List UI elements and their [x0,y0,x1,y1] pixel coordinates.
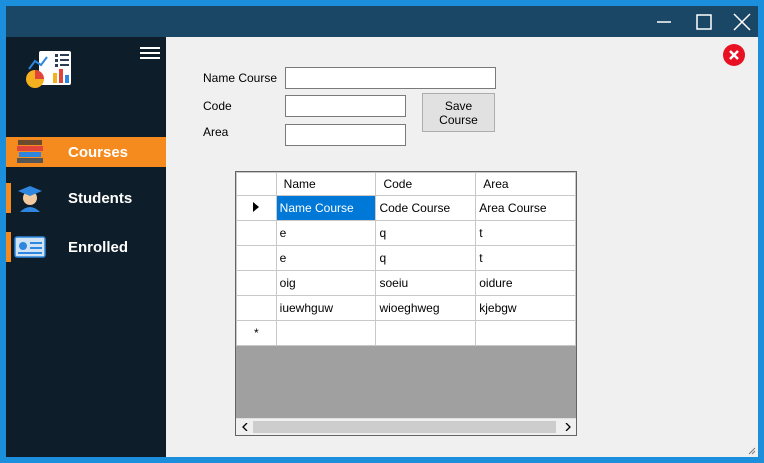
row-header[interactable] [236,220,277,246]
table-row[interactable]: iuewhguw wioeghweg kjebgw [236,295,576,321]
scrollbar-thumb[interactable] [253,421,556,433]
cell-name[interactable]: e [275,220,377,246]
area-input[interactable] [285,124,406,146]
close-button[interactable] [722,6,762,37]
grid-table: Name Code Area Name Course Code Course A… [236,172,576,346]
cell-area[interactable]: t [475,245,576,271]
cell-name[interactable] [275,320,377,346]
courses-grid[interactable]: Name Code Area Name Course Code Course A… [235,171,577,436]
active-indicator [6,183,11,213]
chevron-right-icon [565,423,571,431]
app-window: Courses Students Enrolled Name Course Co… [6,6,758,457]
save-course-button[interactable]: Save Course [422,93,495,132]
sidebar-item-students[interactable]: Students [6,183,166,213]
cell-name[interactable]: oig [275,270,377,296]
chevron-left-icon [241,423,247,431]
column-header-area[interactable]: Area [475,172,576,196]
cell-area[interactable]: t [475,220,576,246]
sidebar-item-label: Courses [68,143,129,161]
column-header-code[interactable]: Code [375,172,477,196]
close-form-icon[interactable] [722,43,746,67]
cell-area[interactable] [475,320,576,346]
new-row[interactable]: * [236,320,576,346]
name-course-label: Name Course [203,71,278,85]
cell-code[interactable] [375,320,477,346]
menu-toggle-button[interactable] [140,47,160,63]
row-header[interactable] [236,195,277,221]
header-row: Name Code Area [236,172,576,196]
scroll-left-button[interactable] [236,419,253,435]
graduate-icon [18,186,42,212]
sidebar-item-label: Enrolled [68,238,129,256]
cell-area[interactable]: oidure [475,270,576,296]
row-header[interactable] [236,295,277,321]
table-row[interactable]: oig soeiu oidure [236,270,576,296]
id-card-icon [14,236,46,258]
sidebar-item-enrolled[interactable]: Enrolled [6,232,166,262]
cell-code[interactable]: wioeghweg [375,295,477,321]
cell-name[interactable]: iuewhguw [275,295,377,321]
table-row[interactable]: e q t [236,220,576,246]
current-row-arrow-icon [253,202,260,212]
code-input[interactable] [285,95,406,117]
title-bar [6,6,758,37]
close-icon [733,12,751,31]
cell-name[interactable]: Name Course [275,195,377,221]
resize-grip-icon[interactable] [746,445,756,455]
corner-header[interactable] [236,172,277,196]
cell-code[interactable]: q [375,245,477,271]
sidebar-item-label: Students [68,189,133,207]
sidebar: Courses Students Enrolled [6,37,166,457]
column-header-name[interactable]: Name [275,172,377,196]
main-content: Name Course Code Area Save Course Name C… [166,37,758,457]
cell-code[interactable]: Code Course [375,195,477,221]
scroll-right-button[interactable] [559,419,576,435]
row-header[interactable] [236,270,277,296]
name-course-input[interactable] [285,67,496,89]
code-label: Code [203,99,232,113]
cell-code[interactable]: q [375,220,477,246]
minimize-button[interactable] [644,6,684,37]
active-indicator [6,232,11,262]
new-row-marker[interactable]: * [236,320,277,346]
table-row[interactable]: Name Course Code Course Area Course [236,195,576,221]
maximize-button[interactable] [684,6,724,37]
horizontal-scrollbar[interactable] [236,418,576,435]
row-header[interactable] [236,245,277,271]
cell-name[interactable]: e [275,245,377,271]
cell-code[interactable]: soeiu [375,270,477,296]
cell-area[interactable]: kjebgw [475,295,576,321]
cell-area[interactable]: Area Course [475,195,576,221]
minimize-icon [657,20,671,23]
hamburger-icon [140,47,160,49]
area-label: Area [203,125,229,139]
sidebar-item-courses[interactable]: Courses [6,137,166,167]
table-row[interactable]: e q t [236,245,576,271]
analytics-logo-icon [26,51,71,88]
maximize-icon [696,13,712,30]
books-icon [17,140,43,163]
